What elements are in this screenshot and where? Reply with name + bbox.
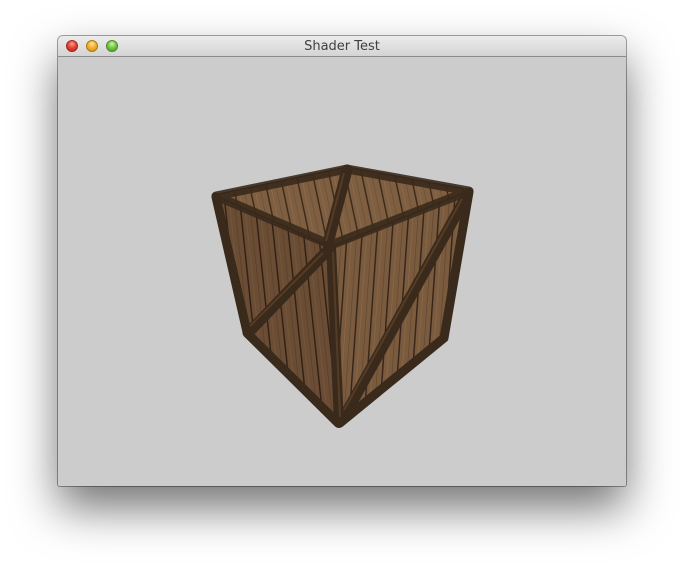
- window-title: Shader Test: [304, 39, 380, 54]
- app-window: Shader Test: [58, 36, 626, 486]
- render-viewport[interactable]: [58, 57, 626, 486]
- crate-scene: [211, 164, 474, 428]
- title-bar[interactable]: Shader Test: [58, 36, 626, 57]
